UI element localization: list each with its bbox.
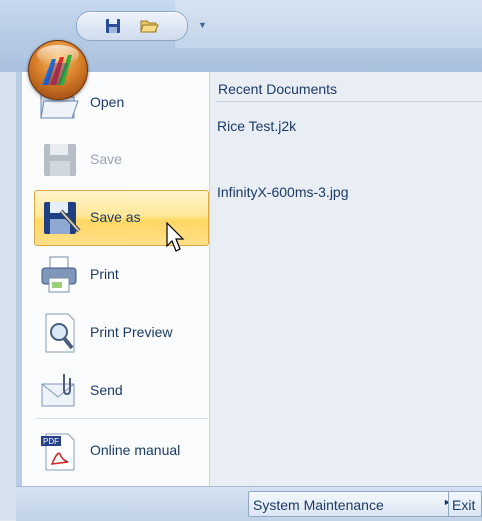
save-as-icon	[44, 202, 81, 234]
menu-item-online-manual[interactable]: PDF Online manual	[34, 424, 208, 478]
menu-item-print-preview[interactable]: Print Preview	[34, 306, 208, 360]
quick-access-toolbar	[76, 11, 188, 41]
menu-item-open-label: Open	[90, 94, 125, 110]
window-left-strip	[0, 72, 17, 520]
exit-label: Exit	[452, 497, 476, 513]
menu-item-print-preview-label: Print Preview	[90, 324, 173, 340]
menu-item-save[interactable]: Save	[34, 133, 208, 187]
menu-item-online-manual-label: Online manual	[90, 442, 181, 458]
menu-item-save-label: Save	[90, 151, 122, 167]
recent-document-item[interactable]: Rice Test.j2k	[217, 118, 296, 134]
mail-send-icon	[41, 374, 75, 407]
recent-documents-header: Recent Documents	[216, 79, 482, 102]
recent-document-item[interactable]: InfinityX-600ms-3.jpg	[217, 184, 349, 200]
floppy-disk-icon[interactable]	[103, 17, 123, 35]
system-maintenance-button[interactable]: System Maintenance ►	[248, 491, 460, 517]
recent-documents-pane: Recent Documents Rice Test.j2k InfinityX…	[210, 72, 482, 486]
customize-toolbar-arrow-icon[interactable]: ▼	[198, 20, 207, 30]
menu-separator	[36, 418, 208, 419]
menu-item-send[interactable]: Send	[34, 364, 208, 418]
menu-footer: System Maintenance ► Exit	[16, 486, 482, 521]
svg-text:PDF: PDF	[43, 437, 59, 446]
print-preview-icon	[45, 313, 75, 353]
app-logo-icon	[42, 55, 72, 85]
floppy-disk-icon	[44, 144, 76, 176]
menu-item-send-label: Send	[90, 382, 123, 398]
application-menu-button[interactable]	[28, 40, 88, 100]
menu-item-save-as-label: Save as	[90, 209, 141, 225]
exit-button[interactable]: Exit	[448, 491, 482, 517]
mouse-cursor-icon	[166, 222, 185, 252]
menu-item-print[interactable]: Print	[34, 248, 208, 302]
pdf-manual-icon: PDF	[41, 433, 75, 471]
folder-open-icon[interactable]	[139, 17, 159, 35]
menu-item-print-label: Print	[90, 266, 119, 282]
title-bar-glass	[175, 0, 482, 48]
system-maintenance-label: System Maintenance	[253, 497, 384, 513]
recent-documents-title: Recent Documents	[218, 81, 338, 97]
printer-icon	[41, 256, 77, 293]
